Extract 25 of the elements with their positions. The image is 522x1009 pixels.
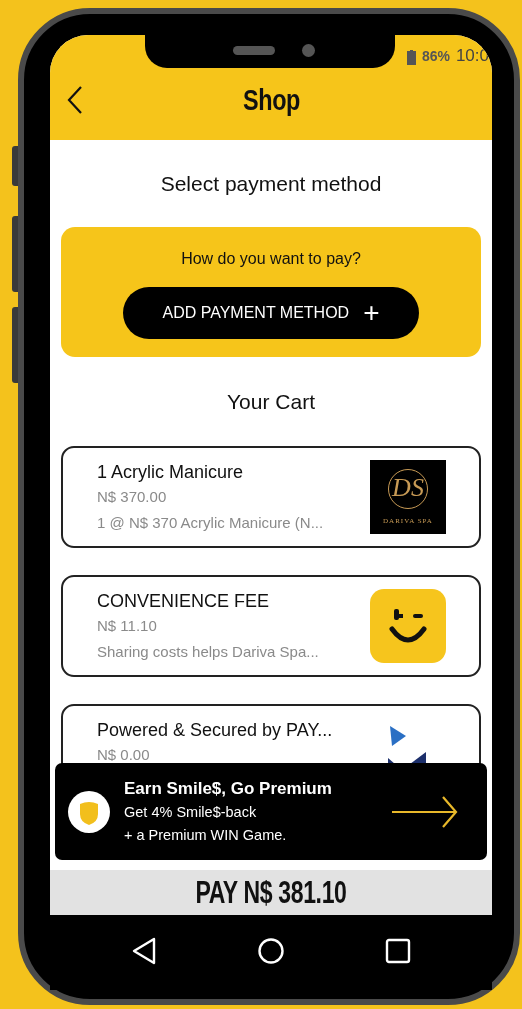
item-price: N$ 370.00 [97, 487, 168, 507]
payment-prompt: How do you want to pay? [181, 249, 361, 269]
shield-badge-icon [68, 790, 110, 833]
item-description: 1 @ N$ 370 Acrylic Manicure (N... [97, 513, 325, 533]
section-heading: Your Cart [227, 390, 315, 414]
back-triangle-icon[interactable] [131, 936, 157, 965]
item-title: CONVENIENCE FEE [97, 590, 271, 613]
recent-apps-icon[interactable] [385, 937, 411, 964]
promo-text: + a Premium WIN Game. [124, 825, 288, 845]
section-heading: Select payment method [160, 171, 382, 197]
page-title: Shop [242, 82, 300, 117]
battery-icon [406, 50, 416, 65]
item-title: 1 Acrylic Manicure [97, 461, 245, 484]
back-icon[interactable] [66, 84, 84, 115]
add-payment-button[interactable]: ADD PAYMENT METHOD + [123, 287, 419, 339]
item-price: N$ 11.10 [97, 616, 158, 636]
pay-button[interactable]: PAY N$ 381.10 [50, 870, 492, 915]
item-description: Sharing costs helps Dariva Spa... [97, 642, 320, 662]
promo-banner[interactable]: Earn Smile$, Go Premium Get 4% Smile$-back + a Premium WIN Game. [55, 763, 487, 860]
promo-title: Earn Smile$, Go Premium [124, 777, 333, 800]
home-circle-icon[interactable] [257, 936, 285, 965]
promo-text: Get 4% Smile$-back [124, 802, 258, 822]
item-price: N$ 0.00 [97, 745, 151, 765]
item-title: Powered & Secured by PAY... [97, 719, 334, 742]
battery-level: 86% [421, 47, 450, 65]
